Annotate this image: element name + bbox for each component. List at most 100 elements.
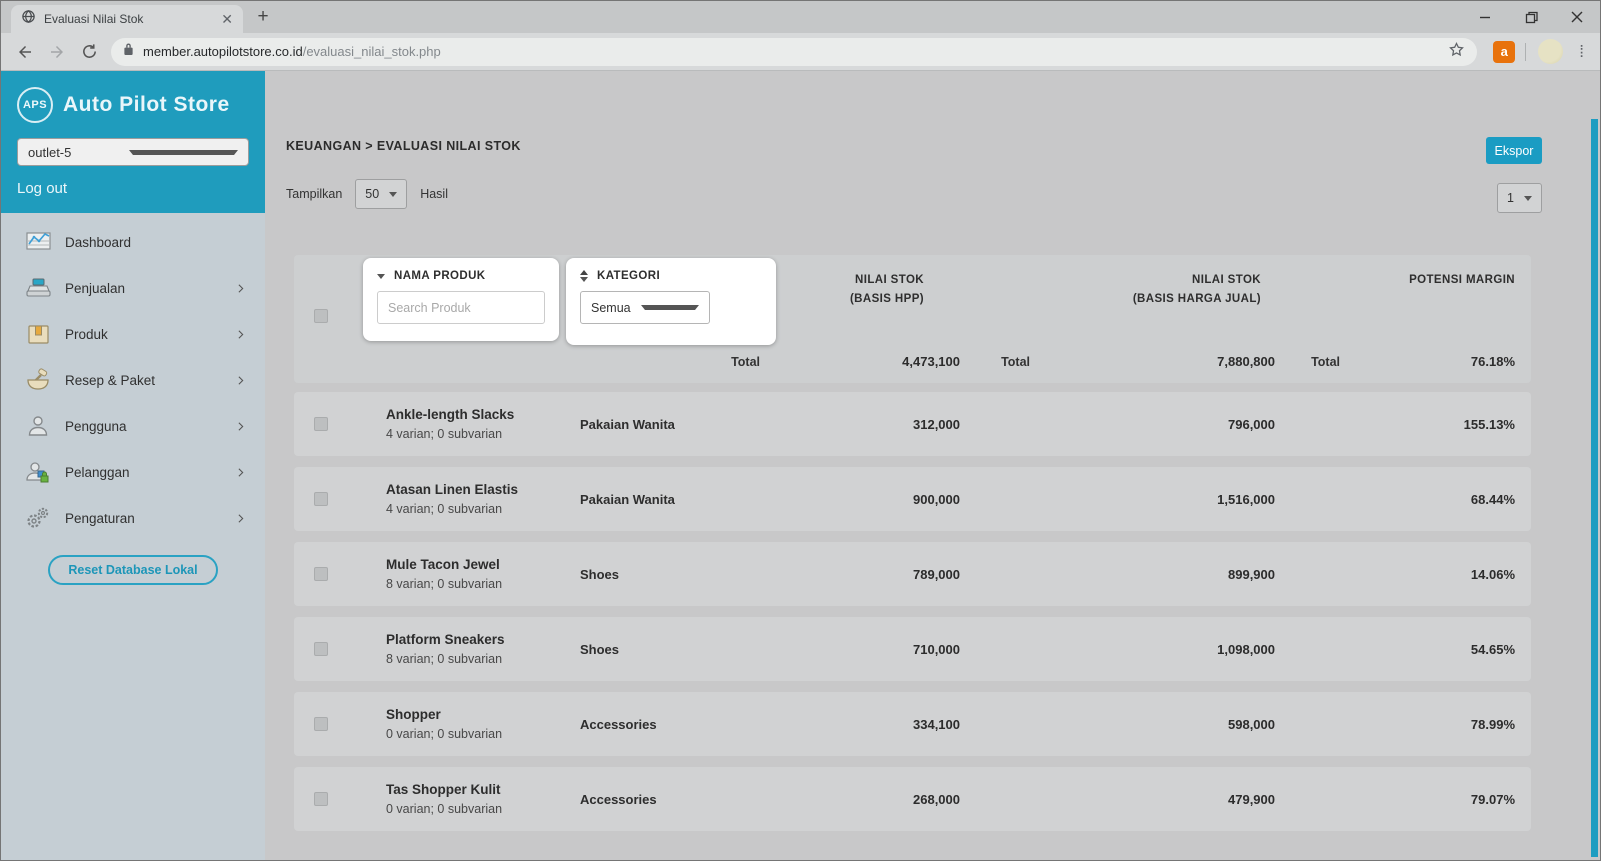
back-icon[interactable] (9, 36, 41, 68)
chevron-down-icon (389, 192, 397, 197)
sidebar-item-penjualan[interactable]: Penjualan (1, 265, 265, 311)
chevron-right-icon (234, 282, 247, 295)
product-category: Pakaian Wanita (580, 492, 760, 507)
browser-menu-icon[interactable]: ⁞ (1579, 42, 1584, 62)
table-row[interactable]: Mule Tacon Jewel 8 varian; 0 subvarian S… (294, 542, 1531, 606)
browser-tab[interactable]: Evaluasi Nilai Stok ✕ (11, 5, 243, 33)
row-checkbox[interactable] (314, 792, 328, 806)
nilai-stok-hpp: 789,000 (760, 567, 960, 582)
category-select[interactable]: Semua (580, 291, 710, 324)
row-checkbox[interactable] (314, 642, 328, 656)
column-header-nilai-stok-jual: NILAI STOK (BASIS HARGA JUAL) (1030, 271, 1275, 309)
nilai-stok-hpp: 312,000 (760, 417, 960, 432)
potensi-margin: 78.99% (1340, 717, 1515, 732)
dashboard-chart-icon (23, 230, 53, 254)
brand-name: Auto Pilot Store (63, 93, 230, 117)
window-controls (1462, 1, 1600, 33)
product-name: Shopper (386, 707, 580, 722)
sidebar-item-pengaturan[interactable]: Pengaturan (1, 495, 265, 541)
row-checkbox[interactable] (314, 492, 328, 506)
sort-both-icon[interactable] (580, 270, 588, 282)
close-window-button[interactable] (1554, 1, 1600, 33)
product-variant: 0 varian; 0 subvarian (386, 802, 580, 816)
sort-desc-icon[interactable] (377, 274, 385, 279)
page-number-select[interactable]: 1 (1497, 183, 1542, 213)
address-bar[interactable]: member.autopilotstore.co.id/evaluasi_nil… (111, 38, 1477, 66)
logout-link[interactable]: Log out (17, 180, 249, 197)
bookmark-star-icon[interactable] (1448, 41, 1465, 63)
cash-register-icon (23, 276, 53, 300)
nilai-stok-hpp: 268,000 (760, 792, 960, 807)
chevron-down-icon (129, 150, 238, 155)
sidebar: APS Auto Pilot Store outlet-5 Log out Da… (1, 71, 265, 860)
page-scrollbar[interactable] (1591, 119, 1598, 857)
product-category: Accessories (580, 792, 760, 807)
reset-database-button[interactable]: Reset Database Lokal (48, 555, 217, 585)
potensi-margin: 68.44% (1340, 492, 1515, 507)
product-category: Shoes (580, 642, 760, 657)
nilai-stok-jual: 796,000 (1030, 417, 1275, 432)
product-name: Tas Shopper Kulit (386, 782, 580, 797)
customer-bag-icon (23, 460, 53, 484)
profile-avatar[interactable] (1538, 39, 1563, 64)
table-row[interactable]: Atasan Linen Elastis 4 varian; 0 subvari… (294, 467, 1531, 531)
new-tab-button[interactable]: + (249, 3, 277, 31)
product-name: Atasan Linen Elastis (386, 482, 580, 497)
product-category: Accessories (580, 717, 760, 732)
restore-button[interactable] (1508, 1, 1554, 33)
table-header: NILAI STOK (BASIS HPP) NILAI STOK (BASIS… (294, 255, 1531, 383)
sidebar-item-resep-paket[interactable]: Resep & Paket (1, 357, 265, 403)
globe-favicon-icon (21, 9, 36, 29)
mortar-pestle-icon (23, 368, 53, 392)
table-row[interactable]: Ankle-length Slacks 4 varian; 0 subvaria… (294, 392, 1531, 456)
tab-title: Evaluasi Nilai Stok (44, 12, 213, 26)
product-variant: 4 varian; 0 subvarian (386, 427, 580, 441)
sidebar-item-dashboard[interactable]: Dashboard (1, 219, 265, 265)
sidebar-menu: Dashboard Penjualan Produk (1, 213, 265, 860)
aps-logo-icon: APS (17, 87, 53, 123)
total-label: Total (1275, 355, 1340, 369)
row-checkbox[interactable] (314, 567, 328, 581)
browser-window: Evaluasi Nilai Stok ✕ + (0, 0, 1601, 861)
chevron-right-icon (234, 328, 247, 341)
show-results-control: Tampilkan 50 Hasil (286, 179, 448, 209)
page-size-select[interactable]: 50 (355, 179, 407, 209)
nilai-stok-jual: 479,900 (1030, 792, 1275, 807)
forward-icon[interactable] (41, 36, 73, 68)
sidebar-item-pelanggan[interactable]: Pelanggan (1, 449, 265, 495)
product-category: Shoes (580, 567, 760, 582)
sidebar-item-produk[interactable]: Produk (1, 311, 265, 357)
row-checkbox[interactable] (314, 717, 328, 731)
product-variant: 0 varian; 0 subvarian (386, 727, 580, 741)
product-name: Platform Sneakers (386, 632, 580, 647)
total-label: Total (580, 355, 760, 369)
extension-icon[interactable]: a (1493, 41, 1515, 63)
refresh-icon[interactable] (73, 36, 105, 68)
show-suffix: Hasil (420, 187, 448, 201)
product-name: Mule Tacon Jewel (386, 557, 580, 572)
lock-icon (123, 42, 134, 61)
minimize-button[interactable] (1462, 1, 1508, 33)
browser-toolbar: member.autopilotstore.co.id/evaluasi_nil… (1, 33, 1600, 71)
product-name: Ankle-length Slacks (386, 407, 580, 422)
chevron-right-icon (234, 374, 247, 387)
table-row[interactable]: Tas Shopper Kulit 0 varian; 0 subvarian … (294, 767, 1531, 831)
total-jual-value: 7,880,800 (1030, 354, 1275, 369)
package-box-icon (23, 322, 53, 346)
product-variant: 8 varian; 0 subvarian (386, 652, 580, 666)
search-produk-input[interactable] (377, 291, 545, 324)
tab-close-icon[interactable]: ✕ (221, 12, 233, 26)
url-host: member.autopilotstore.co.id (143, 44, 303, 59)
table-row[interactable]: Platform Sneakers 8 varian; 0 subvarian … (294, 617, 1531, 681)
table-row[interactable]: Shopper 0 varian; 0 subvarian Accessorie… (294, 692, 1531, 756)
column-header-nilai-stok-hpp: NILAI STOK (BASIS HPP) (760, 271, 960, 309)
nilai-stok-hpp: 710,000 (760, 642, 960, 657)
outlet-select[interactable]: outlet-5 (17, 138, 249, 166)
select-all-checkbox[interactable] (314, 309, 328, 323)
filter-category-header: KATEGORI (597, 270, 660, 282)
row-checkbox[interactable] (314, 417, 328, 431)
chevron-right-icon (234, 512, 247, 525)
sidebar-item-pengguna[interactable]: Pengguna (1, 403, 265, 449)
stock-table: NILAI STOK (BASIS HPP) NILAI STOK (BASIS… (294, 255, 1531, 842)
export-button[interactable]: Ekspor (1486, 137, 1542, 164)
